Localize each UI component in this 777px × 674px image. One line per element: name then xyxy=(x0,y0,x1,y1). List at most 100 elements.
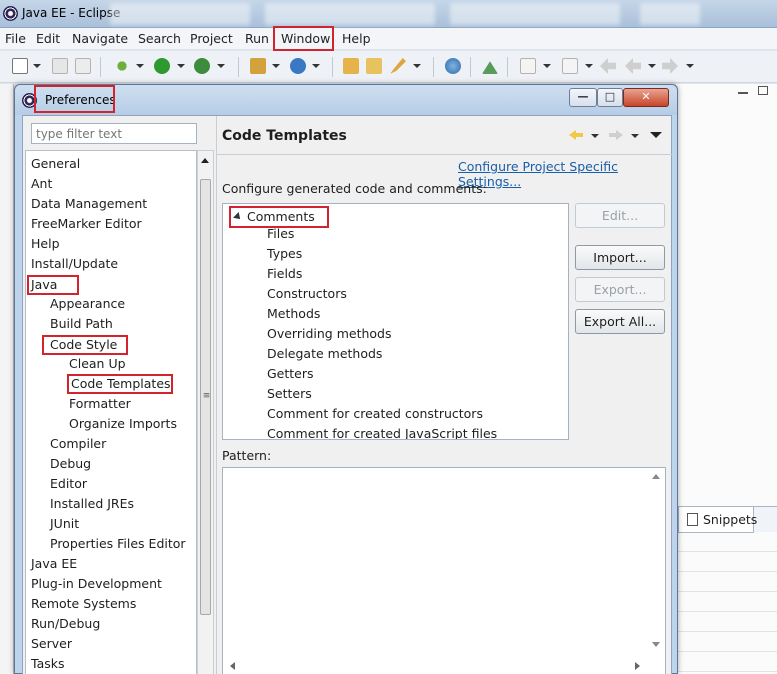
forward-arrow-icon[interactable] xyxy=(609,130,623,140)
menu-edit[interactable]: Edit xyxy=(36,31,60,46)
tree-item[interactable]: Delegate methods xyxy=(267,345,382,363)
pattern-editor[interactable] xyxy=(222,467,666,674)
last-edit-icon[interactable] xyxy=(600,58,616,74)
scroll-thumb[interactable]: ≡ xyxy=(200,179,211,615)
chevron-down-icon[interactable] xyxy=(591,134,599,138)
pane-divider[interactable] xyxy=(216,116,217,674)
scroll-left-icon[interactable] xyxy=(230,662,235,670)
export-all-button[interactable]: Export All... xyxy=(575,309,665,334)
nav-item-junit[interactable]: JUnit xyxy=(50,515,79,535)
open-folder-icon[interactable] xyxy=(366,58,382,74)
nav-item-server[interactable]: Server xyxy=(31,635,72,655)
nav-item-remote-systems[interactable]: Remote Systems xyxy=(31,595,136,615)
pencil-icon[interactable] xyxy=(390,58,406,74)
nav-item-run-debug[interactable]: Run/Debug xyxy=(31,615,100,635)
nav-item-debug[interactable]: Debug xyxy=(50,455,91,475)
nav-item-compiler[interactable]: Compiler xyxy=(50,435,106,455)
debug-icon[interactable] xyxy=(114,58,130,74)
tree-item[interactable]: Fields xyxy=(267,265,302,283)
nav-item-code-style[interactable]: Code Style xyxy=(42,335,128,355)
nav-item-code-templates[interactable]: Code Templates xyxy=(67,374,173,394)
expand-triangle-icon[interactable] xyxy=(233,212,243,222)
nav-item-data-management[interactable]: Data Management xyxy=(31,195,147,215)
chevron-down-icon[interactable] xyxy=(312,64,320,68)
back-arrow-icon[interactable] xyxy=(569,130,583,140)
chevron-down-icon[interactable] xyxy=(136,64,144,68)
import-button[interactable]: Import... xyxy=(575,245,665,270)
tab-snippets[interactable]: Snippets xyxy=(678,507,757,533)
tree-item[interactable]: Constructors xyxy=(267,285,347,303)
export-button[interactable]: Export... xyxy=(575,277,665,302)
nav-item-organize-imports[interactable]: Organize Imports xyxy=(69,415,177,435)
tree-item[interactable]: Files xyxy=(267,225,294,243)
new-server-icon[interactable] xyxy=(250,58,266,74)
perspective-icon[interactable] xyxy=(482,61,498,74)
minimize-button[interactable]: — xyxy=(569,88,597,107)
scroll-right-icon[interactable] xyxy=(635,662,640,670)
scroll-down-icon[interactable] xyxy=(652,642,660,647)
nav-item-general[interactable]: General xyxy=(31,155,80,175)
nav-item-help[interactable]: Help xyxy=(31,235,60,255)
chevron-down-icon[interactable] xyxy=(177,64,185,68)
nav-item-installed-jres[interactable]: Installed JREs xyxy=(50,495,134,515)
tree-item[interactable]: Setters xyxy=(267,385,312,403)
chevron-down-icon[interactable] xyxy=(272,64,280,68)
new-web-icon[interactable] xyxy=(290,58,306,74)
menu-navigate[interactable]: Navigate xyxy=(72,31,128,46)
run-icon[interactable] xyxy=(154,58,170,74)
scroll-up-icon[interactable] xyxy=(201,158,209,163)
chevron-down-icon[interactable] xyxy=(217,64,225,68)
nav-item-build-path[interactable]: Build Path xyxy=(50,315,113,335)
edit-button[interactable]: Edit... xyxy=(575,203,665,228)
globe-icon[interactable] xyxy=(445,58,461,74)
nav-item-clean-up[interactable]: Clean Up xyxy=(69,355,126,375)
menu-file[interactable]: File xyxy=(5,31,26,46)
open-type-icon[interactable] xyxy=(343,58,359,74)
close-button[interactable]: ✕ xyxy=(623,88,669,107)
chevron-down-icon[interactable] xyxy=(648,64,656,68)
view-menu-icon[interactable] xyxy=(650,132,662,138)
nav-item-properties-files-editor[interactable]: Properties Files Editor xyxy=(50,535,186,555)
chevron-down-icon[interactable] xyxy=(33,64,41,68)
maximize-button[interactable]: □ xyxy=(597,88,623,107)
configure-project-settings-link[interactable]: Configure Project Specific Settings... xyxy=(458,159,671,189)
nav-item-java[interactable]: Java xyxy=(27,275,79,295)
nav-item-tasks[interactable]: Tasks xyxy=(31,655,65,674)
nav-item-java-ee[interactable]: Java EE xyxy=(31,555,77,575)
menu-help[interactable]: Help xyxy=(342,31,371,46)
tree-item[interactable]: Methods xyxy=(267,305,320,323)
scroll-up-icon[interactable] xyxy=(652,474,660,479)
tree-item[interactable]: Comment for created constructors xyxy=(267,405,483,423)
nav-scrollbar[interactable]: ≡ xyxy=(197,150,214,674)
chevron-down-icon[interactable] xyxy=(585,64,593,68)
previous-annotation-icon[interactable] xyxy=(562,58,578,74)
back-icon[interactable] xyxy=(625,58,641,74)
chevron-down-icon[interactable] xyxy=(413,64,421,68)
menu-run[interactable]: Run xyxy=(245,31,269,46)
forward-icon[interactable] xyxy=(662,58,678,74)
new-icon[interactable] xyxy=(12,58,28,74)
filter-input[interactable] xyxy=(31,123,197,144)
nav-item-install-update[interactable]: Install/Update xyxy=(31,255,118,275)
print-icon[interactable] xyxy=(75,58,91,74)
minimize-icon[interactable] xyxy=(738,86,748,94)
nav-item-freemarker-editor[interactable]: FreeMarker Editor xyxy=(31,215,142,235)
nav-item-formatter[interactable]: Formatter xyxy=(69,395,131,415)
chevron-down-icon[interactable] xyxy=(543,64,551,68)
chevron-down-icon[interactable] xyxy=(686,64,694,68)
pattern-horizontal-scrollbar[interactable] xyxy=(223,658,649,674)
tree-item[interactable]: Types xyxy=(267,245,302,263)
nav-item-editor[interactable]: Editor xyxy=(50,475,87,495)
tree-item[interactable]: Comment for created JavaScript files xyxy=(267,425,497,439)
tree-item[interactable]: Overriding methods xyxy=(267,325,391,343)
save-icon[interactable] xyxy=(52,58,68,74)
chevron-down-icon[interactable] xyxy=(631,134,639,138)
tree-item[interactable]: Getters xyxy=(267,365,314,383)
pattern-vertical-scrollbar[interactable] xyxy=(648,468,665,658)
next-annotation-icon[interactable] xyxy=(520,58,536,74)
nav-item-plugin-development[interactable]: Plug-in Development xyxy=(31,575,162,595)
run-external-icon[interactable] xyxy=(194,58,210,74)
nav-item-appearance[interactable]: Appearance xyxy=(50,295,125,315)
menu-project[interactable]: Project xyxy=(190,31,233,46)
menu-search[interactable]: Search xyxy=(138,31,181,46)
